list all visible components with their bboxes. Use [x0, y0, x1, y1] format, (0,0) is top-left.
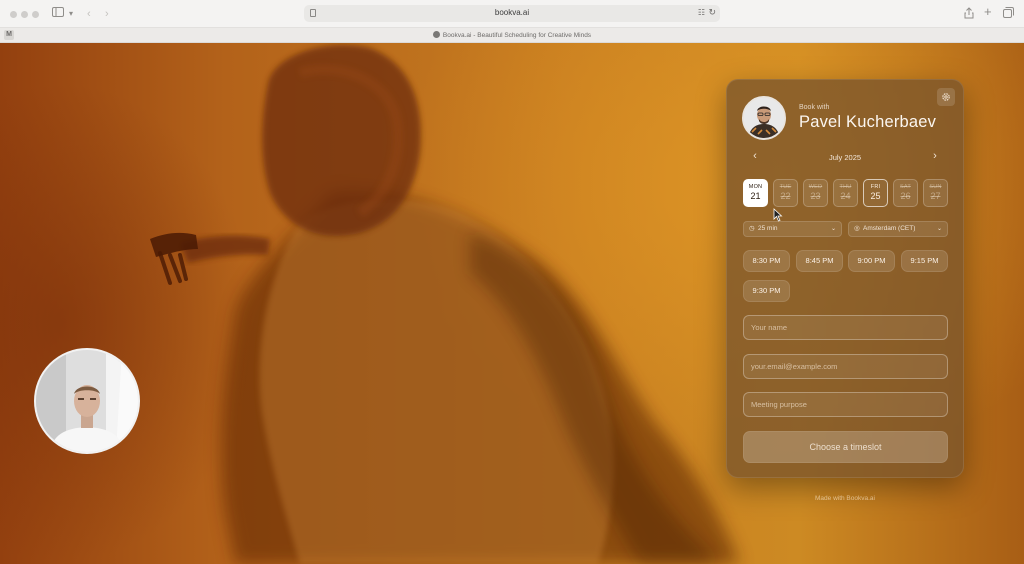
reload-icon[interactable]: ↻: [708, 7, 716, 18]
email-input[interactable]: [743, 354, 948, 379]
timezone-select[interactable]: ◎ Amsterdam (CET) ⌄: [848, 221, 948, 237]
globe-icon: ◎: [854, 225, 860, 232]
booking-card: Book with Pavel Kucherbaev ‹ July 2025 ›…: [726, 79, 964, 478]
day-sun-27[interactable]: SUN 27: [923, 179, 948, 207]
sidebar-toggle-icon[interactable]: [52, 7, 64, 21]
book-with-label: Book with: [799, 104, 830, 111]
minimize-window-button[interactable]: [21, 11, 28, 18]
presenter-webcam: [34, 348, 140, 454]
timeslot-button[interactable]: 9:00 PM: [848, 250, 895, 272]
translate-icon[interactable]: ☷: [698, 8, 705, 17]
tab-overview-icon[interactable]: [1003, 7, 1014, 21]
timeslot-button[interactable]: 8:30 PM: [743, 250, 790, 272]
settings-button[interactable]: [937, 88, 955, 106]
choose-timeslot-button[interactable]: Choose a timeslot: [743, 431, 948, 463]
back-arrow-icon[interactable]: ‹: [87, 7, 91, 21]
chevron-down-icon: ⌄: [830, 226, 836, 232]
chevron-right-icon: ›: [933, 150, 937, 162]
meeting-purpose-input[interactable]: [743, 392, 948, 417]
browser-toolbar: ▾ ‹ › bookva.ai ☷ ↻ +: [0, 0, 1024, 28]
new-tab-icon[interactable]: +: [984, 5, 992, 19]
day-thu-24[interactable]: THU 24: [833, 179, 858, 207]
url-text: bookva.ai: [494, 8, 530, 17]
close-window-button[interactable]: [10, 11, 17, 18]
made-with-footer[interactable]: Made with Bookva.ai: [726, 495, 964, 502]
host-avatar: [742, 96, 786, 140]
timeslot-button[interactable]: 9:15 PM: [901, 250, 948, 272]
duration-select[interactable]: ◷ 25 min ⌄: [743, 221, 842, 237]
active-tab[interactable]: Bookva.ai - Beautiful Scheduling for Cre…: [0, 31, 1024, 39]
timeslot-button[interactable]: 8:45 PM: [796, 250, 843, 272]
tab-bar: M Bookva.ai - Beautiful Scheduling for C…: [0, 28, 1024, 43]
next-month-button[interactable]: ›: [928, 150, 942, 162]
page-content: Book with Pavel Kucherbaev ‹ July 2025 ›…: [0, 43, 1024, 564]
share-icon[interactable]: [964, 7, 974, 21]
day-sat-26[interactable]: SAT 26: [893, 179, 918, 207]
mouse-cursor-icon: [773, 208, 783, 222]
tab-title: Bookva.ai - Beautiful Scheduling for Cre…: [442, 32, 592, 39]
site-favicon-icon: [432, 31, 440, 38]
day-mon-21[interactable]: MON 21: [743, 179, 768, 207]
day-fri-25[interactable]: FRI 25: [863, 179, 888, 207]
chevron-down-icon[interactable]: ▾: [69, 7, 73, 21]
day-tue-22[interactable]: TUE 22: [773, 179, 798, 207]
day-picker: MON 21 TUE 22 WED 23 THU 24 FRI 25 SAT 26 SUN 2…: [743, 179, 949, 207]
forward-arrow-icon[interactable]: ›: [105, 7, 109, 21]
clock-icon: ◷: [749, 225, 755, 232]
timeslot-button[interactable]: 9:30 PM: [743, 280, 790, 302]
chevron-down-icon: ⌄: [936, 226, 942, 232]
name-input[interactable]: [743, 315, 948, 340]
presenter-video-image: [36, 350, 138, 452]
gear-icon: [942, 93, 950, 101]
day-wed-23[interactable]: WED 23: [803, 179, 828, 207]
zoom-window-button[interactable]: [32, 11, 39, 18]
address-bar[interactable]: bookva.ai ☷ ↻: [304, 5, 720, 22]
host-name: Pavel Kucherbaev: [799, 113, 937, 131]
